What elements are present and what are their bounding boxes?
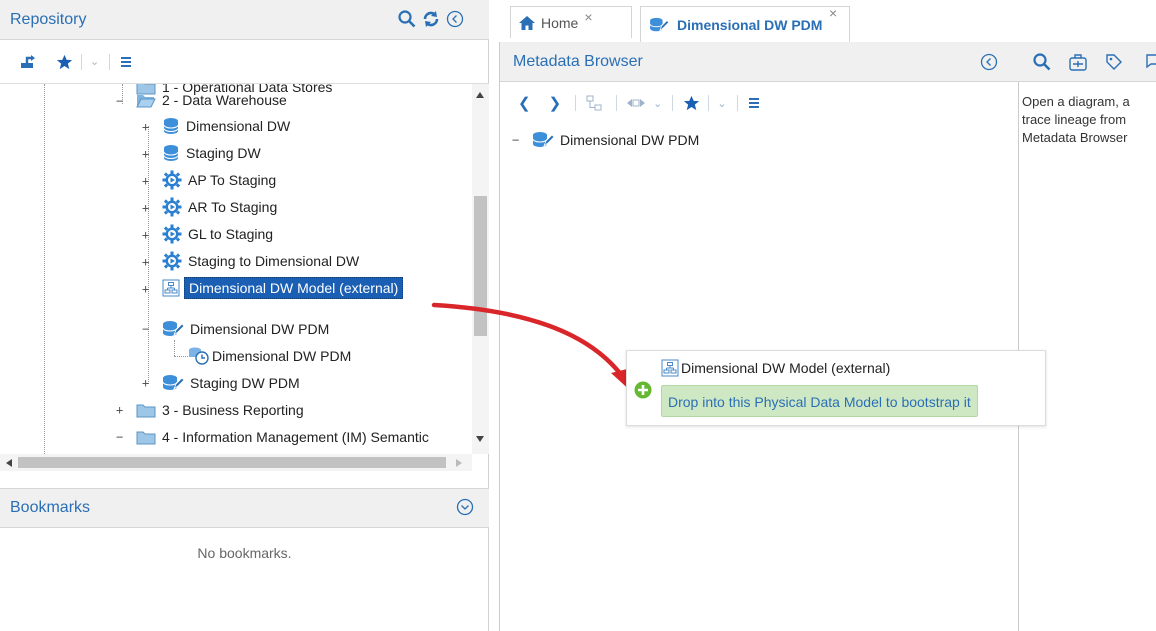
model-icon — [661, 359, 679, 377]
drag-item-label: Dimensional DW Model (external) — [681, 360, 891, 376]
drag-drop-tooltip: Dimensional DW Model (external) Drop int… — [626, 350, 1046, 426]
drop-hint: Drop into this Physical Data Model to bo… — [661, 385, 978, 417]
plus-circle-icon — [634, 381, 652, 402]
drag-item: Dimensional DW Model (external) — [661, 359, 890, 377]
drag-arrow — [431, 302, 633, 393]
